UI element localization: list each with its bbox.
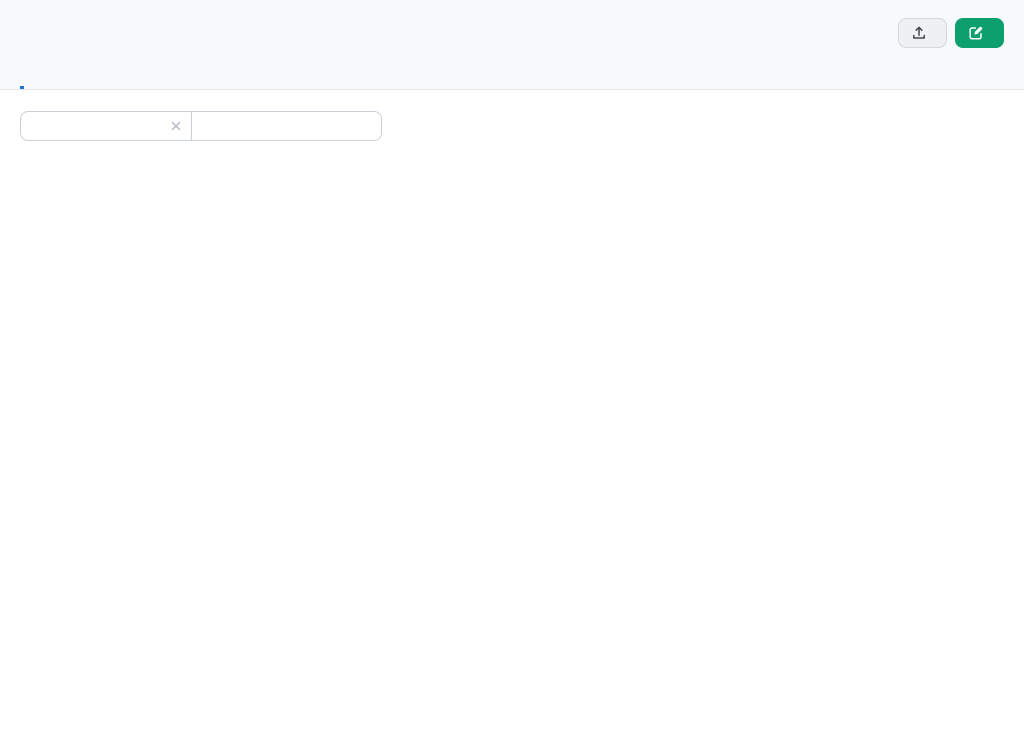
tab-content-ideas[interactable] [20,70,24,89]
top-bar [0,0,1024,90]
country-select[interactable] [191,112,381,140]
topic-search-input[interactable] [21,112,167,140]
filters-section [0,90,1024,160]
top-actions [898,18,1004,48]
create-ai-content-button[interactable] [955,18,1004,48]
clear-search-icon[interactable] [167,112,191,140]
tab-favorite-ideas[interactable] [50,70,54,89]
topic-research-page [0,0,1024,160]
edit-pencil-icon [969,26,983,40]
upload-icon [912,26,926,40]
export-xlsx-button[interactable] [898,18,947,48]
main-tabs [0,70,1024,90]
topic-search-group [20,111,382,141]
